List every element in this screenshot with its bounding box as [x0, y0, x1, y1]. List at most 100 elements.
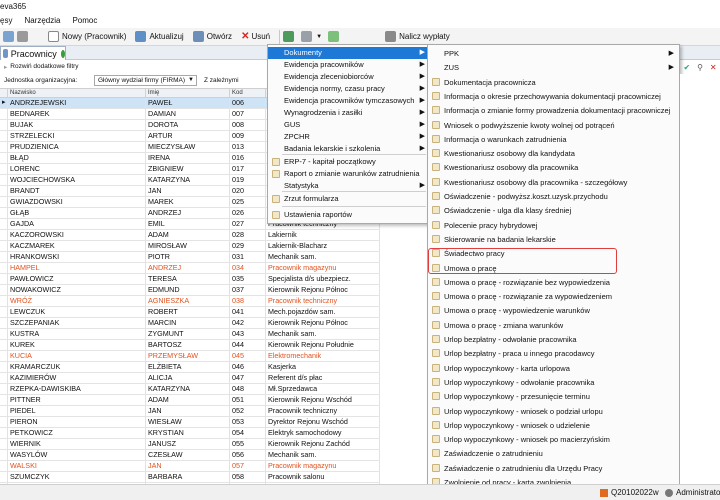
tools-icon[interactable]: [17, 31, 28, 42]
submenu-item-25[interactable]: Urlop wypoczynkowy - przesunięcie termin…: [428, 390, 679, 403]
delete-button[interactable]: ✕ Usuń: [238, 29, 273, 45]
submenu-item-13[interactable]: Polecenie pracy hybrydowej: [428, 219, 679, 232]
table-row[interactable]: PIEDEL JAN 052 Pracownik techniczny: [0, 406, 380, 417]
submenu-item-30[interactable]: Zaświadczenie o zatrudnieniu dla Urzędu …: [428, 462, 679, 475]
menu-item-10[interactable]: ERP-7 - kapitał początkowy: [268, 156, 430, 168]
table-row[interactable]: PAWŁOWICZ TERESA 035 Specjalista d/s ubezpi…: [0, 274, 380, 285]
table-row[interactable]: WASYLÓW CZESŁAW 056 Mechanik sam.: [0, 450, 380, 461]
column-code[interactable]: Kod: [230, 89, 266, 97]
submenu-item-10[interactable]: Kwestionariusz osobowy dla pracownika - …: [428, 176, 679, 189]
submenu-item-22[interactable]: Urlop bezpłatny - praca u innego pracoda…: [428, 347, 679, 360]
submenu-item-17[interactable]: Umowa o pracę - rozwiązanie bez wypowied…: [428, 276, 679, 289]
column-surname[interactable]: Nazwisko: [8, 89, 146, 97]
submenu-item-8[interactable]: Kwestionariusz osobowy dla kandydata: [428, 147, 679, 160]
submenu-item-16[interactable]: Umowa o pracę: [428, 262, 679, 275]
refresh-button[interactable]: Aktualizuj: [132, 29, 186, 45]
chevron-down-icon[interactable]: ▼: [316, 34, 322, 40]
menu-item-5[interactable]: Ewidencja pracowników tymczasowych ▶: [268, 95, 430, 107]
payroll-button[interactable]: Nalicz wypłaty: [382, 29, 453, 45]
menu-item-7[interactable]: GUS ▶: [268, 119, 430, 131]
table-row[interactable]: PIERON WIESŁAW 053 Dyrektor Rejonu Wschód: [0, 417, 380, 428]
submenu-item-3[interactable]: Dokumentacja pracownicza: [428, 76, 679, 89]
menu-item-8[interactable]: ZPCHR ▶: [268, 131, 430, 143]
cell-name: KRYSTIAN: [146, 428, 230, 438]
submenu-item-21[interactable]: Urlop bezpłatny - odwołanie pracownika: [428, 333, 679, 346]
table-row[interactable]: PITTNER ADAM 051 Kierownik Rejonu Wschód: [0, 395, 380, 406]
close-icon[interactable]: ✕: [710, 63, 717, 72]
cell-surname: SZUMCZYK: [8, 472, 146, 482]
menu-item-6[interactable]: Wynagrodzenia i zasiłki ▶: [268, 107, 430, 119]
grid-icon[interactable]: [3, 31, 14, 42]
column-name[interactable]: Imię: [146, 89, 230, 97]
cell-surname: LORENC: [8, 164, 146, 174]
submenu-item-28[interactable]: Urlop wypoczynkowy - wniosek po macierzy…: [428, 433, 679, 446]
submenu-item-5[interactable]: Informacja o zmianie formy prowadzenia d…: [428, 104, 679, 117]
cell-position: Kierownik Rejonu Północ: [266, 318, 380, 328]
menu-item-help[interactable]: Pomoc: [66, 14, 103, 28]
table-row[interactable]: KRAMARCZUK ELŻBIETA 046 Kasjerka: [0, 362, 380, 373]
unit-label: Jednostka organizacyjna:: [4, 76, 78, 84]
submenu-item-1[interactable]: PPK ▶: [428, 47, 679, 60]
table-row[interactable]: WRÓŻ AGNIESZKA 038 Pracownik techniczny: [0, 296, 380, 307]
menu-item-1[interactable]: Dokumenty ▶: [268, 47, 430, 59]
document-icon: [432, 363, 440, 372]
submenu-item-20[interactable]: Umowa o pracę - zmiana warunków: [428, 319, 679, 332]
menu-item-tools[interactable]: Narzędzia: [18, 14, 66, 28]
extra-filters-toggle[interactable]: ▸ Rozwiń dodatkowe filtry: [0, 61, 270, 72]
new-employee-button[interactable]: Nowy (Pracownik): [45, 29, 129, 45]
cell-code: 035: [230, 274, 266, 284]
table-row[interactable]: WIERNIK JANUSZ 055 Kierownik Rejonu Zachód: [0, 439, 380, 450]
filter-icon[interactable]: ⚲: [697, 63, 703, 72]
menu-item-14[interactable]: Ustawienia raportów: [268, 209, 430, 221]
submenu-item-9[interactable]: Kwestionariusz osobowy dla pracownika: [428, 161, 679, 174]
table-row[interactable]: KACZOROWSKI ADAM 028 Lakiernik: [0, 230, 380, 241]
submenu-item-4[interactable]: Informacja o okresie przechowywania doku…: [428, 90, 679, 103]
check-icon[interactable]: ✔: [683, 63, 690, 72]
table-row[interactable]: RZEPKA-DAWISKIBA KATARZYNA 048 Mł.Sprzedawc…: [0, 384, 380, 395]
menu-item-4[interactable]: Ewidencja normy, czasu pracy ▶: [268, 83, 430, 95]
unit-select-chevron-icon[interactable]: ▼: [188, 77, 194, 83]
open-button[interactable]: Otwórz: [190, 29, 235, 45]
submenu-item-6[interactable]: Wniosek o podwyższenie kwoty wolnej od p…: [428, 119, 679, 132]
submenu-item-2[interactable]: ZUS ▶: [428, 61, 679, 74]
submenu-item-23[interactable]: Urlop wypoczynkowy - karta urlopowa: [428, 362, 679, 375]
table-row[interactable]: PETKOWICZ KRYSTIAN 054 Elektryk samochodowy: [0, 428, 380, 439]
menu-item-file[interactable]: ęsy: [0, 14, 18, 28]
table-row[interactable]: HRANKOWSKI PIOTR 031 Mechanik sam.: [0, 252, 380, 263]
document-icon: [432, 177, 440, 186]
cell-code: 034: [230, 263, 266, 273]
table-row[interactable]: HAMPEL ANDRZEJ 034 Pracownik magazynu: [0, 263, 380, 274]
submenu-item-19[interactable]: Umowa o pracę - wypowiedzenie warunków: [428, 304, 679, 317]
menu-item-2[interactable]: Ewidencja pracowników ▶: [268, 59, 430, 71]
submenu-item-18[interactable]: Umowa o pracę - rozwiązanie za wypowiedz…: [428, 290, 679, 303]
submenu-item-7[interactable]: Informacja o warunkach zatrudnienia: [428, 133, 679, 146]
cell-name: JAN: [146, 186, 230, 196]
table-row[interactable]: KUREK BARTOSZ 044 Kierownik Rejonu Południe: [0, 340, 380, 351]
table-row[interactable]: WALSKI JAN 057 Pracownik magazynu: [0, 461, 380, 472]
submenu-item-29[interactable]: Zaświadczenie o zatrudnieniu: [428, 447, 679, 460]
export-icon[interactable]: [283, 31, 295, 42]
table-row[interactable]: KACZMAREK MIROSŁAW 029 Lakiernik-Blacharz: [0, 241, 380, 252]
table-row[interactable]: LEWCZUK ROBERT 041 Mech.pojazdów sam.: [0, 307, 380, 318]
table-row[interactable]: KAZIMIERÓW ALICJA 047 Referent d/s płac: [0, 373, 380, 384]
menu-item-3[interactable]: Ewidencja zleceniobiorców ▶: [268, 71, 430, 83]
status-dot-icon: [60, 49, 65, 58]
table-row[interactable]: NOWAKOWICZ EDMUND 037 Kierownik Rejonu Półn…: [0, 285, 380, 296]
menu-item-13[interactable]: Zrzut formularza: [268, 193, 430, 205]
table-row[interactable]: KUCIA PRZEMYSŁAW 045 Elektromechanik: [0, 351, 380, 362]
unit-select[interactable]: Główny wydział firmy (FIRMA): [94, 74, 197, 86]
submenu-item-27[interactable]: Urlop wypoczynkowy - wniosek o udzieleni…: [428, 419, 679, 432]
submenu-item-14[interactable]: Skierowanie na badania lekarskie: [428, 233, 679, 246]
print-icon[interactable]: [301, 31, 313, 42]
submenu-item-11[interactable]: Oświadczenie - podwyższ.koszt.uzysk.przy…: [428, 190, 679, 203]
tab-employees[interactable]: Pracownicy: [0, 46, 66, 60]
submenu-item-26[interactable]: Urlop wypoczynkowy - wniosek o podział u…: [428, 405, 679, 418]
table-row[interactable]: KUSTRA ZYGMUNT 043 Mechanik sam.: [0, 329, 380, 340]
submenu-item-15[interactable]: Świadectwo pracy: [428, 247, 679, 260]
table-row[interactable]: SZCZEPANIAK MARCIN 042 Kierownik Rejonu Pół…: [0, 318, 380, 329]
submenu-item-24[interactable]: Urlop wypoczynkowy - odwołanie pracownik…: [428, 376, 679, 389]
folder-icon[interactable]: [328, 31, 340, 42]
table-row[interactable]: SZUMCZYK BARBARA 058 Pracownik salonu: [0, 472, 380, 483]
submenu-item-12[interactable]: Oświadczenie - ulga dla klasy średniej: [428, 204, 679, 217]
menu-item-11[interactable]: Raport o zmianie warunków zatrudnienia: [268, 168, 430, 180]
